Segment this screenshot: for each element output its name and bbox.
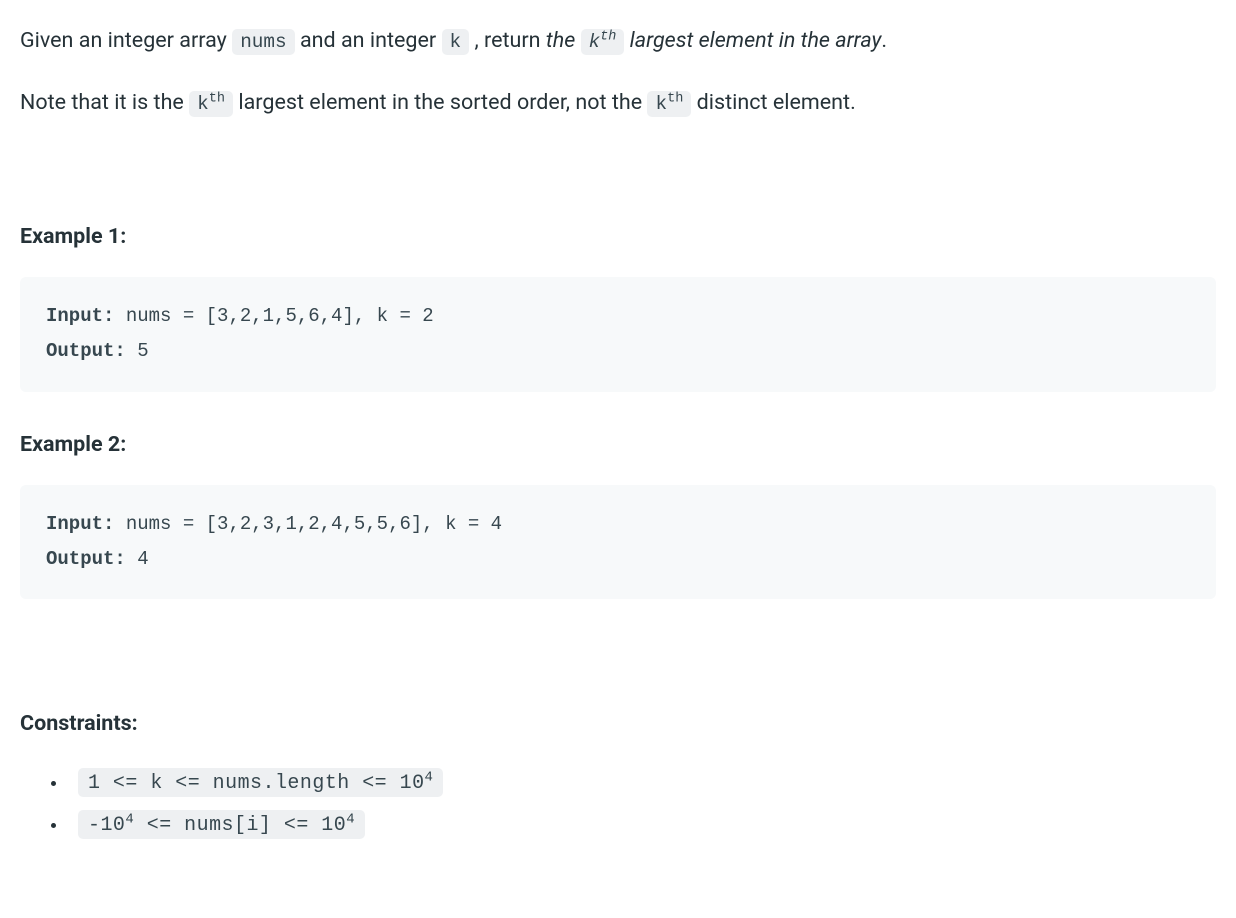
constraint-code: 1 <= k <= nums.length <= 104 (78, 768, 443, 797)
constraint-item: -104 <= nums[i] <= 104 (68, 806, 1216, 844)
text: , return (469, 28, 546, 53)
output-label: Output: (46, 548, 126, 570)
input-value: nums = [3,2,3,1,2,4,5,5,6], k = 4 (114, 513, 502, 535)
text: Given an integer array (20, 28, 232, 53)
text: distinct element. (691, 90, 855, 115)
constraint-code: -104 <= nums[i] <= 104 (78, 810, 365, 839)
example-2-block: Input: nums = [3,2,3,1,2,4,5,5,6], k = 4… (20, 485, 1216, 599)
output-label: Output: (46, 340, 126, 362)
input-label: Input: (46, 513, 114, 535)
text: k (655, 93, 667, 115)
text: 1 <= k <= nums.length <= 10 (88, 771, 425, 794)
example-2-heading: Example 2: (20, 428, 1216, 461)
code-nums: nums (232, 29, 294, 55)
input-label: Input: (46, 305, 114, 327)
text: Note that it is the (20, 90, 189, 115)
text: . (881, 28, 887, 53)
superscript: th (209, 92, 225, 107)
example-1-block: Input: nums = [3,2,1,5,6,4], k = 2 Outpu… (20, 277, 1216, 391)
text: the (546, 28, 581, 53)
constraint-item: 1 <= k <= nums.length <= 104 (68, 764, 1216, 802)
spacer (20, 148, 1216, 220)
example-1-heading: Example 1: (20, 220, 1216, 253)
text: k (589, 31, 601, 53)
problem-description: Given an integer array nums and an integ… (0, 0, 1236, 888)
constraints-heading: Constraints: (20, 707, 1216, 740)
superscript: th (600, 30, 616, 45)
input-value: nums = [3,2,1,5,6,4], k = 2 (114, 305, 433, 327)
output-value: 4 (126, 548, 149, 570)
text: -10 (88, 813, 125, 836)
text: and an integer (295, 28, 442, 53)
intro-paragraph: Given an integer array nums and an integ… (20, 24, 1216, 58)
superscript: 4 (125, 812, 134, 828)
code-kth: kth (581, 29, 625, 55)
spacer (20, 635, 1216, 707)
code-kth: kth (647, 91, 691, 117)
code-kth: kth (189, 91, 233, 117)
italic-text: the kth largest element in the array (546, 28, 882, 53)
constraints-list: 1 <= k <= nums.length <= 104 -104 <= num… (20, 764, 1216, 844)
text: largest element in the sorted order, not… (233, 90, 647, 115)
code-k: k (442, 29, 470, 55)
text: <= nums[i] <= 10 (134, 813, 346, 836)
superscript: 4 (346, 812, 355, 828)
text: k (197, 93, 209, 115)
note-paragraph: Note that it is the kth largest element … (20, 86, 1216, 120)
text: largest element in the array (624, 28, 881, 53)
superscript: th (667, 92, 683, 107)
output-value: 5 (126, 340, 149, 362)
superscript: 4 (425, 770, 434, 786)
